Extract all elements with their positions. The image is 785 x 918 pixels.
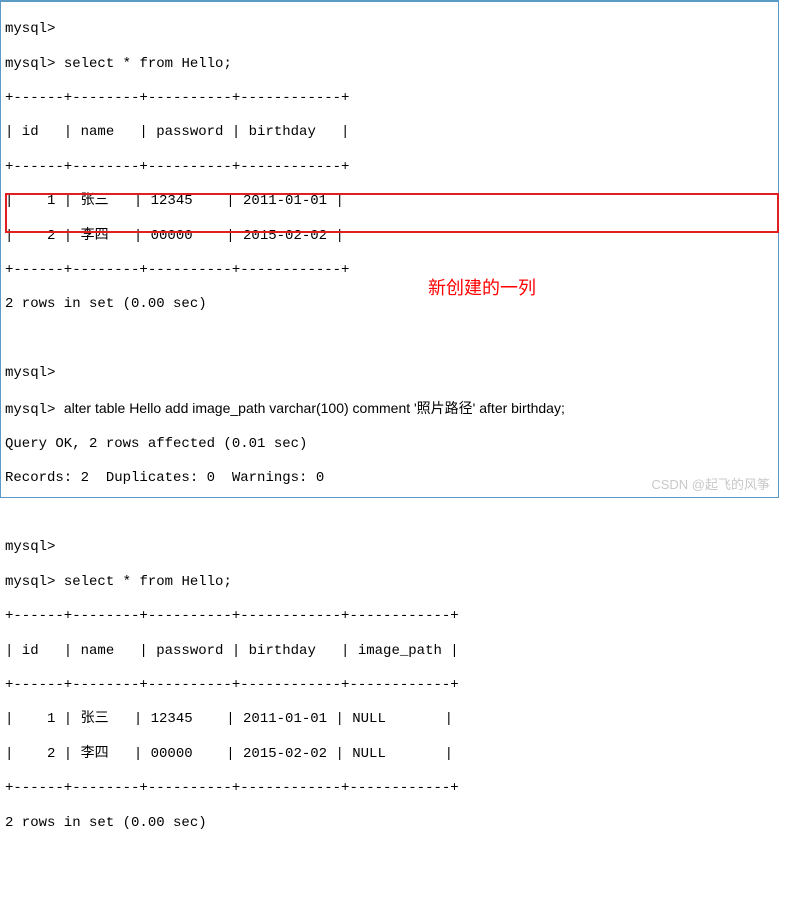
table-header: | id | name | password | birthday | (5, 124, 774, 141)
prompt: mysql> (5, 56, 55, 72)
prompt: mysql> (5, 21, 55, 37)
result-summary: 2 rows in set (0.00 sec) (5, 815, 774, 832)
terminal-window[interactable]: mysql> mysql> select * from Hello; +----… (0, 0, 779, 498)
prompt-line[interactable]: mysql> select * from Hello; (5, 574, 774, 591)
prompt-line[interactable]: mysql> alter table Hello add image_path … (5, 400, 774, 419)
table-sep: +------+--------+----------+------------… (5, 262, 774, 279)
records-line: Records: 2 Duplicates: 0 Warnings: 0 (5, 470, 774, 487)
sql-select: select * from Hello; (64, 574, 232, 590)
table-sep: +------+--------+----------+------------… (5, 608, 774, 625)
sql-alter: alter table Hello add image_path varchar… (64, 400, 565, 416)
prompt: mysql> (5, 539, 55, 555)
sql-select: select * from Hello; (64, 56, 232, 72)
table-sep: +------+--------+----------+------------… (5, 677, 774, 694)
table-row: | 1 | 张三 | 12345 | 2011-01-01 | NULL | (5, 711, 774, 728)
table-header: | id | name | password | birthday | imag… (5, 643, 774, 660)
prompt: mysql> (5, 402, 55, 418)
query-ok: Query OK, 2 rows affected (0.01 sec) (5, 436, 774, 453)
prompt-line[interactable]: mysql> (5, 539, 774, 556)
prompt-line[interactable]: mysql> (5, 365, 774, 382)
prompt-line[interactable]: mysql> select * from Hello; (5, 56, 774, 73)
table-row: | 2 | 李四 | 00000 | 2015-02-02 | NULL | (5, 746, 774, 763)
prompt-line[interactable]: mysql> (5, 21, 774, 38)
table-sep: +------+--------+----------+------------… (5, 780, 774, 797)
table-sep: +------+--------+----------+------------… (5, 159, 774, 176)
table-row: | 1 | 张三 | 12345 | 2011-01-01 | (5, 193, 774, 210)
annotation-text: 新创建的一列 (428, 280, 536, 297)
table-sep: +------+--------+----------+------------… (5, 90, 774, 107)
table-row: | 2 | 李四 | 00000 | 2015-02-02 | (5, 228, 774, 245)
blank-line (5, 505, 774, 522)
prompt: mysql> (5, 365, 55, 381)
blank-line (5, 331, 774, 348)
result-summary: 2 rows in set (0.00 sec) (5, 296, 774, 313)
prompt: mysql> (5, 574, 55, 590)
